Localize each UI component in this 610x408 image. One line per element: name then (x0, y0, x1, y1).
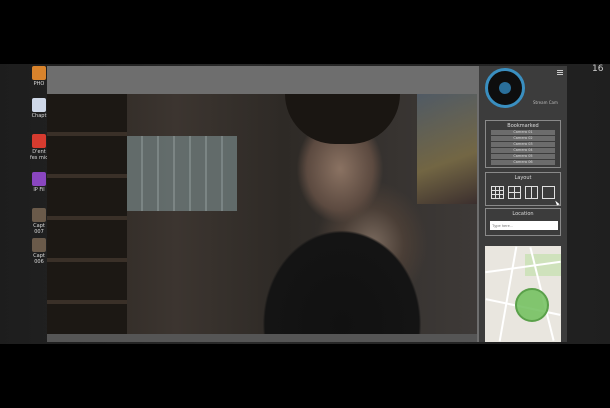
image-icon (32, 208, 46, 222)
menu-icon[interactable] (557, 70, 563, 75)
pdf-icon (32, 134, 46, 148)
bookmarked-section: Bookmarked Camera 01 Camera 02 Camera 03… (485, 120, 561, 168)
letterbox-bottom (0, 344, 610, 408)
bookmark-item[interactable]: Camera 04 (491, 148, 555, 153)
app-icon (32, 172, 46, 186)
brand-label: Stream Cam (533, 100, 558, 105)
location-input[interactable] (490, 221, 558, 230)
layout-section: Layout (485, 172, 561, 206)
menubar-clock: 16 (592, 64, 604, 74)
bookmark-item[interactable]: Camera 01 (491, 130, 555, 135)
location-section: Location (485, 208, 561, 236)
app-window: Stream Cam Bookmarked Camera 01 Camera 0… (47, 66, 567, 342)
camera-logo-icon (485, 68, 525, 108)
layout-single-icon[interactable] (542, 186, 555, 199)
camera-feed[interactable] (47, 94, 477, 342)
map-road (498, 246, 518, 342)
feed-bookshelf (47, 94, 127, 342)
layout-grid-1x2-icon[interactable] (525, 186, 538, 199)
feed-window (127, 136, 237, 211)
layout-title: Layout (514, 175, 532, 181)
layout-grid-2x2-icon[interactable] (508, 186, 521, 199)
bookmarked-title: Bookmarked (507, 123, 539, 129)
image-icon (32, 238, 46, 252)
feed-bottom-bar (47, 334, 477, 342)
document-icon (32, 98, 46, 112)
layout-grid-3x3-icon[interactable] (491, 186, 504, 199)
bookmark-item[interactable]: Camera 02 (491, 136, 555, 141)
bookmark-item[interactable]: Camera 03 (491, 142, 555, 147)
side-panel: Stream Cam Bookmarked Camera 01 Camera 0… (479, 66, 567, 342)
bookmark-item[interactable]: Camera 06 (491, 160, 555, 165)
geofence-circle[interactable] (515, 288, 549, 322)
location-title: Location (512, 211, 534, 217)
location-map[interactable] (485, 246, 561, 342)
letterbox-top (0, 0, 610, 64)
bookmark-item[interactable]: Camera 05 (491, 154, 555, 159)
folder-icon (32, 66, 46, 80)
